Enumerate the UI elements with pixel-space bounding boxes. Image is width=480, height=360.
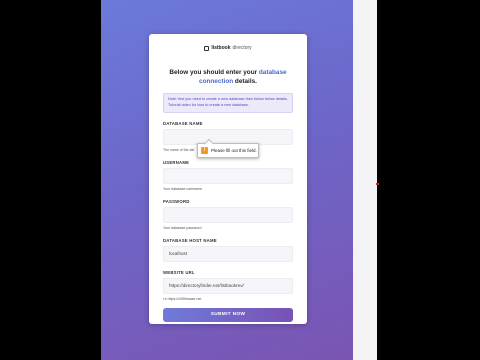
warning-icon: ! bbox=[201, 147, 208, 154]
host-label: DATABASE HOST NAME bbox=[163, 238, 217, 243]
cursor-marker bbox=[376, 183, 379, 185]
install-form-card: listbook directory Below you should ente… bbox=[149, 34, 307, 324]
scrollbar-track[interactable] bbox=[353, 0, 377, 360]
form-heading: Below you should enter your database con… bbox=[163, 68, 293, 86]
username-help: Your database username bbox=[163, 187, 202, 191]
url-label: WEBSITE URL bbox=[163, 270, 195, 275]
tooltip-text: Please fill out this field. bbox=[211, 148, 257, 153]
password-input[interactable] bbox=[163, 207, 293, 223]
validation-tooltip: ! Please fill out this field. bbox=[197, 138, 259, 158]
username-label: USERNAME bbox=[163, 160, 190, 165]
brand-logo: listbook directory bbox=[163, 44, 293, 52]
url-input[interactable]: https://directoryfinder.net/listbookrev/ bbox=[163, 278, 293, 294]
book-icon bbox=[204, 45, 210, 51]
db-name-label: DATABASE NAME bbox=[163, 121, 203, 126]
password-label: PASSWORD bbox=[163, 199, 190, 204]
brand-suffix: directory bbox=[232, 45, 252, 51]
heading-suffix: details. bbox=[234, 78, 257, 85]
username-input[interactable] bbox=[163, 168, 293, 184]
host-input[interactable]: localhost bbox=[163, 246, 293, 262]
submit-button[interactable]: SUBMIT NOW bbox=[163, 308, 293, 322]
url-help: i.e https://c9Sfibaase.net bbox=[163, 297, 202, 301]
screen: listbook directory Below you should ente… bbox=[0, 0, 480, 360]
password-help: Your database password bbox=[163, 226, 202, 230]
heading-prefix: Below you should enter your bbox=[169, 69, 258, 76]
brand-name: listbook bbox=[211, 45, 231, 51]
info-notice: Note: first you need to create a new dat… bbox=[163, 93, 293, 113]
